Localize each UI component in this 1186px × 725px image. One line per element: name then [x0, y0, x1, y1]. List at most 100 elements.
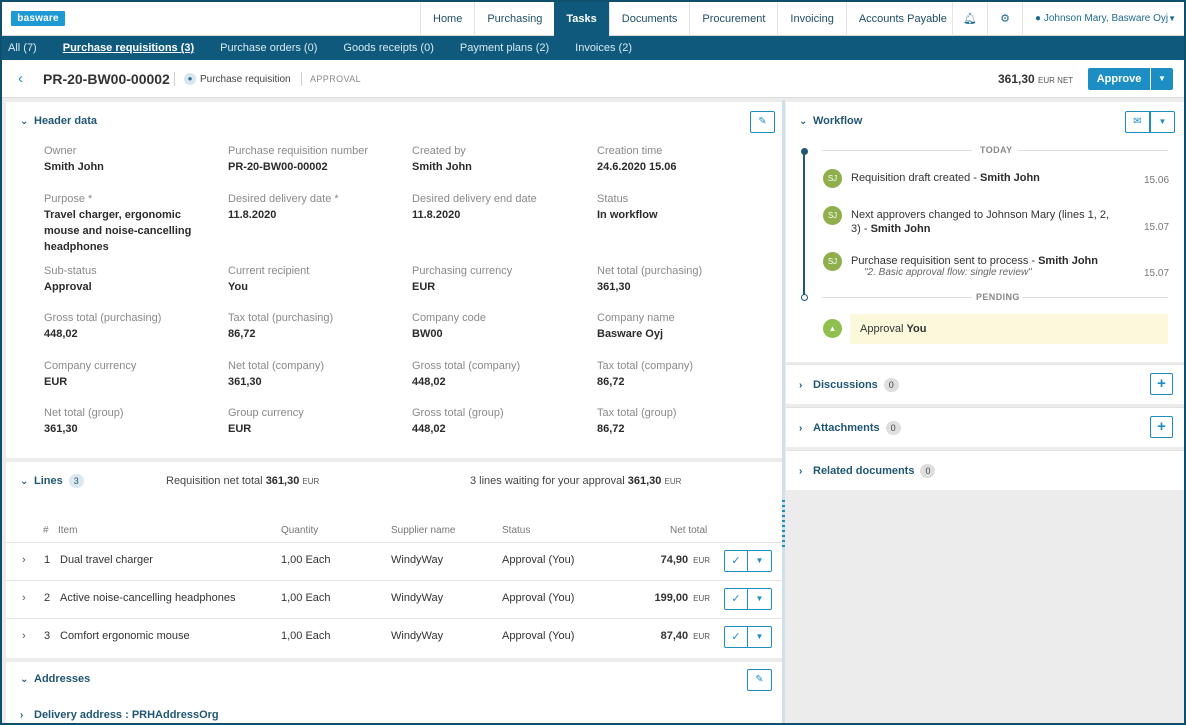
- add-discussion-plus-icon[interactable]: +: [1150, 373, 1173, 395]
- pending-actor: You: [906, 323, 927, 335]
- attachments-count-badge: 0: [885, 421, 901, 435]
- header-field-value: In workflow: [597, 209, 658, 221]
- workflow-event-text: Requisition draft created - Smith John: [851, 171, 1131, 185]
- chevron-down-icon: ⌄: [20, 475, 29, 487]
- header-field-value: 448,02: [412, 376, 446, 388]
- table-row[interactable]: › 1 Dual travel charger 1,00 Each WindyWay Ap…: [6, 542, 782, 580]
- avatar: SJ: [823, 252, 842, 271]
- line-actions-caret-icon[interactable]: ▼: [748, 588, 772, 610]
- tab-invoices[interactable]: Invoices (2): [575, 36, 645, 60]
- approve-button[interactable]: Approve: [1088, 68, 1150, 90]
- lines-toggle[interactable]: ⌄ Lines 3: [20, 474, 84, 488]
- table-row[interactable]: › 3 Comfort ergonomic mouse 1,00 Each WindyW…: [6, 618, 782, 656]
- line-actions-caret-icon[interactable]: ▼: [748, 626, 772, 648]
- nav-documents[interactable]: Documents: [608, 2, 690, 36]
- notifications-bell-icon[interactable]: 🔔︎: [952, 2, 987, 36]
- approve-menu-caret-icon[interactable]: ▼: [1151, 68, 1173, 90]
- header-field-label: Net total (purchasing): [597, 265, 703, 277]
- related-documents-count-badge: 0: [920, 464, 936, 478]
- main-nav: Home Purchasing Tasks Documents Procurem…: [420, 2, 959, 36]
- amount-currency: EUR NET: [1038, 76, 1074, 85]
- col-header-supplier[interactable]: Supplier name: [391, 525, 455, 536]
- edit-addresses-pencil-icon[interactable]: ✎: [747, 669, 772, 691]
- tab-goods-receipts[interactable]: Goods receipts (0): [343, 36, 446, 60]
- pending-approver-user-icon: ▲: [823, 319, 842, 338]
- back-chevron-icon[interactable]: ‹: [18, 70, 23, 87]
- workflow-event-time: 15.06: [1144, 175, 1170, 186]
- header-field: Company code BW00: [412, 310, 582, 342]
- line-net-value: 74,90: [660, 554, 689, 566]
- avatar: SJ: [823, 206, 842, 225]
- chevron-down-icon: ⌄: [20, 115, 29, 127]
- tab-purchase-orders[interactable]: Purchase orders (0): [220, 36, 330, 60]
- divider: [301, 72, 302, 86]
- header-field-label: Tax total (purchasing): [228, 312, 334, 324]
- header-field: Net total (purchasing) 361,30: [597, 263, 767, 295]
- line-net-total: 87,40 EUR: [6, 630, 710, 642]
- chevron-right-icon: ›: [799, 465, 803, 477]
- approve-line-check-icon[interactable]: ✓: [724, 626, 748, 648]
- settings-gear-icon[interactable]: ⚙︎: [987, 2, 1022, 36]
- document-type: ● Purchase requisition: [184, 73, 291, 85]
- nav-accounts-payable[interactable]: Accounts Payable: [845, 2, 959, 36]
- nav-home[interactable]: Home: [420, 2, 474, 36]
- table-row[interactable]: › 2 Active noise-cancelling headphones 1,00…: [6, 580, 782, 618]
- document-amount: 361,30 EUR NET: [998, 72, 1073, 86]
- attachments-toggle[interactable]: › Attachments 0: [799, 421, 901, 435]
- tab-all[interactable]: All (7): [8, 36, 50, 60]
- nav-invoicing[interactable]: Invoicing: [777, 2, 845, 36]
- user-menu[interactable]: ● Johnson Mary, Basware Oyj ▼: [1022, 2, 1184, 36]
- workflow-title: Workflow: [813, 115, 863, 127]
- add-attachment-plus-icon[interactable]: +: [1150, 416, 1173, 438]
- waiting-value: 361,30: [627, 475, 662, 487]
- col-header-status[interactable]: Status: [502, 525, 530, 536]
- header-field: Purpose * Travel charger, ergonomic mouse…: [44, 191, 214, 255]
- header-field: Company currency EUR: [44, 358, 214, 390]
- delivery-address-toggle[interactable]: › Delivery address : PRHAddressOrg: [20, 709, 219, 721]
- header-field-value: 86,72: [228, 328, 256, 340]
- workflow-timeline: [803, 151, 805, 297]
- header-field: Sub-status Approval: [44, 263, 214, 295]
- edit-header-pencil-icon[interactable]: ✎: [750, 111, 775, 133]
- header-field-label: Status: [597, 193, 629, 205]
- workflow-menu-caret-icon[interactable]: ▼: [1150, 111, 1175, 133]
- line-actions-caret-icon[interactable]: ▼: [748, 550, 772, 572]
- workflow-event-time: 15.07: [1144, 268, 1170, 279]
- divider: [1022, 297, 1168, 298]
- tab-purchase-requisitions[interactable]: Purchase requisitions (3): [63, 36, 207, 60]
- col-header-item[interactable]: Item: [58, 525, 77, 536]
- approve-line-check-icon[interactable]: ✓: [724, 550, 748, 572]
- header-field-label: Net total (group): [44, 407, 124, 419]
- header-field-label: Sub-status: [44, 265, 97, 277]
- amount-value: 361,30: [998, 72, 1035, 86]
- nav-procurement[interactable]: Procurement: [689, 2, 777, 36]
- nav-purchasing[interactable]: Purchasing: [474, 2, 554, 36]
- nav-tasks[interactable]: Tasks: [554, 2, 609, 36]
- panel-splitter[interactable]: [782, 100, 785, 723]
- splitter-handle[interactable]: [782, 500, 785, 550]
- header-data-toggle[interactable]: ⌄ Header data: [20, 115, 97, 127]
- discussions-toggle[interactable]: › Discussions 0: [799, 378, 899, 392]
- divider: [822, 150, 972, 151]
- header-field-label: Net total (company): [228, 360, 324, 372]
- header-field-value: Approval: [44, 281, 92, 293]
- tab-payment-plans[interactable]: Payment plans (2): [460, 36, 562, 60]
- chevron-right-icon: ›: [20, 709, 24, 721]
- delivery-address-label: Delivery address : PRHAddressOrg: [34, 709, 219, 721]
- workflow-event-actor: Smith John: [980, 172, 1040, 184]
- header-field-value: 448,02: [412, 423, 446, 435]
- workflow-event-note: "2. Basic approval flow: single review": [864, 267, 1032, 278]
- col-header-quantity[interactable]: Quantity: [281, 525, 318, 536]
- header-field: Creation time 24.6.2020 15.06: [597, 143, 767, 175]
- header-field-value: 361,30: [597, 281, 631, 293]
- addresses-toggle[interactable]: ⌄ Addresses: [20, 673, 90, 685]
- header-field: Company name Basware Oyj: [597, 310, 767, 342]
- workflow-comment-icon[interactable]: ✉: [1125, 111, 1150, 133]
- col-header-net-total[interactable]: Net total: [670, 525, 707, 536]
- header-field: Gross total (company) 448,02: [412, 358, 582, 390]
- approve-line-check-icon[interactable]: ✓: [724, 588, 748, 610]
- workflow-toggle[interactable]: ⌄ Workflow: [799, 115, 862, 127]
- basware-logo[interactable]: basware: [11, 11, 65, 26]
- line-net-currency: EUR: [693, 632, 710, 641]
- related-documents-toggle[interactable]: › Related documents 0: [799, 464, 936, 478]
